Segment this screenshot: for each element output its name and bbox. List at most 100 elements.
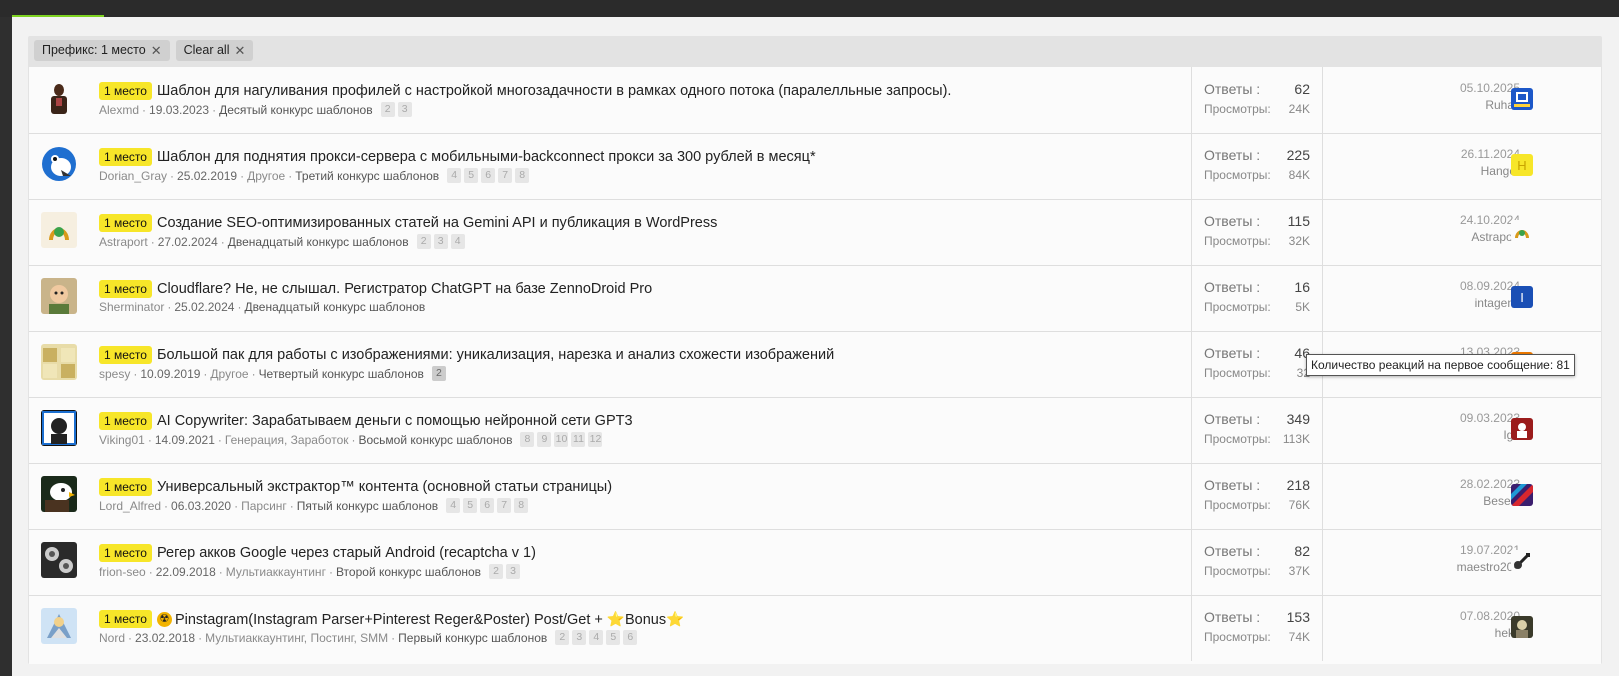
page-link[interactable]: 3 — [572, 630, 587, 645]
author-avatar[interactable] — [41, 146, 77, 182]
close-icon[interactable]: ✕ — [234, 40, 245, 61]
category-link[interactable]: Генерация, Заработок — [225, 433, 349, 447]
author-link[interactable]: frion-seo — [99, 565, 146, 579]
page-link[interactable]: 2 — [380, 102, 395, 117]
thread-title-link[interactable]: AI Copywriter: Зарабатываем деньги с пом… — [157, 413, 633, 429]
thread-title-link[interactable]: Cloudflare? Не, не слышал. Регистратор C… — [157, 281, 652, 297]
last-poster-avatar[interactable] — [1511, 616, 1533, 638]
page-link[interactable]: 2 — [555, 630, 570, 645]
page-link[interactable]: 9 — [537, 432, 552, 447]
prefix-badge[interactable]: 1 место — [99, 544, 152, 562]
thread-date[interactable]: 06.03.2020 — [171, 499, 231, 513]
thread-title-link[interactable]: Шаблон для нагуливания профилей с настро… — [157, 83, 952, 99]
thread-title-link[interactable]: Pinstagram(Instagram Parser+Pinterest Re… — [175, 611, 684, 628]
page-link[interactable]: 4 — [447, 168, 462, 183]
author-link[interactable]: Lord_Alfred — [99, 499, 161, 513]
thread-date[interactable]: 19.03.2023 — [149, 103, 209, 117]
page-link[interactable]: 3 — [433, 234, 448, 249]
prefix-badge[interactable]: 1 место — [99, 82, 152, 100]
forum-link[interactable]: Восьмой конкурс шаблонов — [359, 433, 513, 447]
thread-date[interactable]: 23.02.2018 — [135, 631, 195, 645]
last-poster-avatar[interactable] — [1511, 418, 1533, 440]
page-link[interactable]: 4 — [446, 498, 461, 513]
author-link[interactable]: Nord — [99, 631, 125, 645]
thread-title-link[interactable]: Создание SEO-оптимизированных статей на … — [157, 215, 717, 231]
prefix-badge[interactable]: 1 место — [99, 214, 152, 232]
thread-title-link[interactable]: Шаблон для поднятия прокси-сервера с моб… — [157, 149, 816, 165]
category-link[interactable]: Парсинг — [241, 499, 287, 513]
page-link[interactable]: 4 — [589, 630, 604, 645]
author-avatar[interactable] — [41, 476, 77, 512]
thread-title-link[interactable]: Универсальный экстрактор™ контента (осно… — [157, 479, 612, 495]
forum-link[interactable]: Пятый конкурс шаблонов — [297, 499, 438, 513]
last-poster-avatar[interactable] — [1511, 550, 1533, 572]
author-avatar[interactable] — [41, 278, 77, 314]
page-link[interactable]: 7 — [497, 498, 512, 513]
category-link[interactable]: Мультиаккаунтинг — [226, 565, 326, 579]
last-poster-avatar[interactable] — [1511, 220, 1533, 242]
page-link[interactable]: 8 — [515, 168, 530, 183]
thread-title-link[interactable]: Большой пак для работы с изображениями: … — [157, 347, 834, 363]
page-link[interactable]: 7 — [498, 168, 513, 183]
page-link[interactable]: 10 — [554, 432, 569, 447]
author-link[interactable]: Astraport — [99, 235, 148, 249]
prefix-badge[interactable]: 1 место — [99, 610, 152, 628]
page-link[interactable]: 5 — [606, 630, 621, 645]
page-link[interactable]: 2 — [416, 234, 431, 249]
author-avatar[interactable] — [41, 344, 77, 380]
page-link[interactable]: 12 — [588, 432, 603, 447]
thread-date[interactable]: 10.09.2019 — [140, 367, 200, 381]
last-poster-avatar[interactable]: I — [1511, 286, 1533, 308]
prefix-badge[interactable]: 1 место — [99, 478, 152, 496]
category-link[interactable]: Другое — [247, 169, 285, 183]
page-link[interactable]: 4 — [450, 234, 465, 249]
author-link[interactable]: Sherminator — [99, 300, 164, 314]
author-avatar[interactable] — [41, 608, 77, 644]
page-link[interactable]: 5 — [463, 498, 478, 513]
prefix-badge[interactable]: 1 место — [99, 280, 152, 298]
thread-date[interactable]: 25.02.2019 — [177, 169, 237, 183]
page-link[interactable]: 3 — [506, 564, 521, 579]
thread-date[interactable]: 27.02.2024 — [158, 235, 218, 249]
prefix-badge[interactable]: 1 место — [99, 148, 152, 166]
page-link[interactable]: 11 — [571, 432, 586, 447]
page-link[interactable]: 8 — [520, 432, 535, 447]
thread-date[interactable]: 22.09.2018 — [156, 565, 216, 579]
last-poster-avatar[interactable] — [1511, 88, 1533, 110]
forum-link[interactable]: Третий конкурс шаблонов — [295, 169, 439, 183]
prefix-badge[interactable]: 1 место — [99, 412, 152, 430]
close-icon[interactable]: ✕ — [151, 40, 162, 61]
author-link[interactable]: Dorian_Gray — [99, 169, 167, 183]
author-avatar[interactable] — [41, 212, 77, 248]
page-link[interactable]: 2 — [489, 564, 504, 579]
page-link[interactable]: 6 — [623, 630, 638, 645]
forum-link[interactable]: Второй конкурс шаблонов — [336, 565, 481, 579]
thread-title-link[interactable]: Регер акков Google через старый Android … — [157, 545, 536, 561]
page-link[interactable]: 6 — [481, 168, 496, 183]
page-link[interactable]: 8 — [514, 498, 529, 513]
page-link[interactable]: 2 — [431, 366, 446, 381]
forum-link[interactable]: Первый конкурс шаблонов — [398, 631, 547, 645]
prefix-filter-chip[interactable]: Префикс: 1 место ✕ — [34, 40, 170, 61]
author-link[interactable]: Viking01 — [99, 433, 145, 447]
prefix-badge[interactable]: 1 место — [99, 346, 152, 364]
last-poster-avatar[interactable]: H — [1511, 154, 1533, 176]
category-link[interactable]: Мультиаккаунтинг, Постинг, SMM — [205, 631, 388, 645]
last-poster-avatar[interactable] — [1511, 484, 1533, 506]
forum-link[interactable]: Двенадцатый конкурс шаблонов — [244, 300, 425, 314]
thread-date[interactable]: 14.09.2021 — [155, 433, 215, 447]
forum-link[interactable]: Четвертый конкурс шаблонов — [259, 367, 424, 381]
page-link[interactable]: 3 — [397, 102, 412, 117]
author-avatar[interactable] — [41, 80, 77, 116]
page-link[interactable]: 6 — [480, 498, 495, 513]
page-link[interactable]: 5 — [464, 168, 479, 183]
author-link[interactable]: Alexmd — [99, 103, 139, 117]
forum-link[interactable]: Десятый конкурс шаблонов — [219, 103, 373, 117]
forum-link[interactable]: Двенадцатый конкурс шаблонов — [228, 235, 409, 249]
author-link[interactable]: spesy — [99, 367, 130, 381]
author-avatar[interactable] — [41, 542, 77, 578]
clear-all-filters-button[interactable]: Clear all ✕ — [175, 40, 254, 61]
category-link[interactable]: Другое — [210, 367, 248, 381]
author-avatar[interactable] — [41, 410, 77, 446]
thread-date[interactable]: 25.02.2024 — [174, 300, 234, 314]
